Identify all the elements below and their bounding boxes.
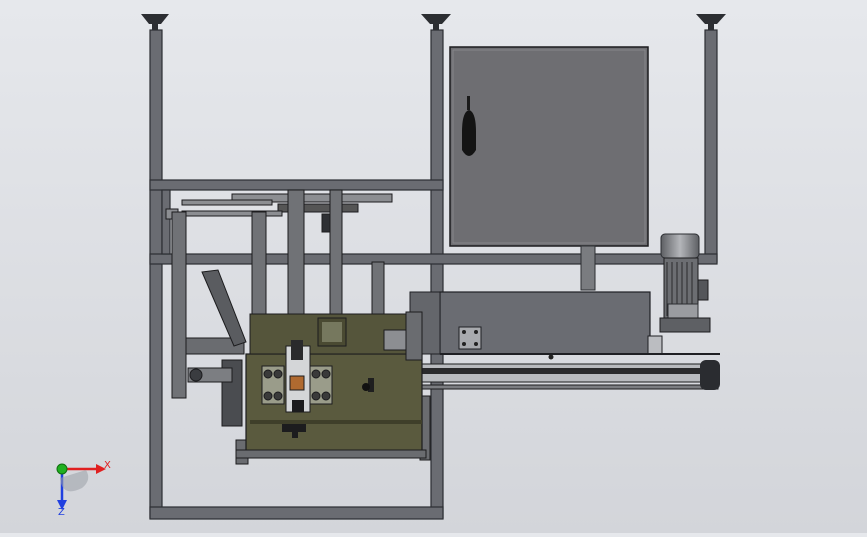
cabinet-mount <box>580 245 596 291</box>
frame-post-right <box>704 29 718 263</box>
machine-drawing: X Z <box>56 14 726 520</box>
pneumatic-cylinders <box>165 193 393 233</box>
foot-right <box>696 14 726 30</box>
y-axis-dot <box>56 463 68 475</box>
center-ram <box>285 340 311 413</box>
frame-inner-strut <box>161 189 171 255</box>
frame-post-middle <box>430 29 444 519</box>
frame-post-left <box>149 29 163 519</box>
frame-beam-mid <box>149 253 718 265</box>
clamp-block-left <box>261 365 285 405</box>
pulley-right <box>700 360 720 390</box>
drive-motor[interactable] <box>659 233 711 333</box>
x-axis-label: X <box>104 460 111 471</box>
z-axis-label: Z <box>58 507 65 518</box>
frame-beam-upper <box>149 179 444 191</box>
cad-viewport[interactable]: X Z <box>0 0 867 533</box>
clamp-block-right <box>309 365 333 405</box>
coordinate-triad: X Z <box>56 460 111 518</box>
frame-beam-bottom <box>149 506 444 520</box>
sensor-block <box>458 326 482 350</box>
foot-middle <box>421 14 451 30</box>
leveling-feet <box>141 14 726 30</box>
foot-left <box>141 14 169 30</box>
